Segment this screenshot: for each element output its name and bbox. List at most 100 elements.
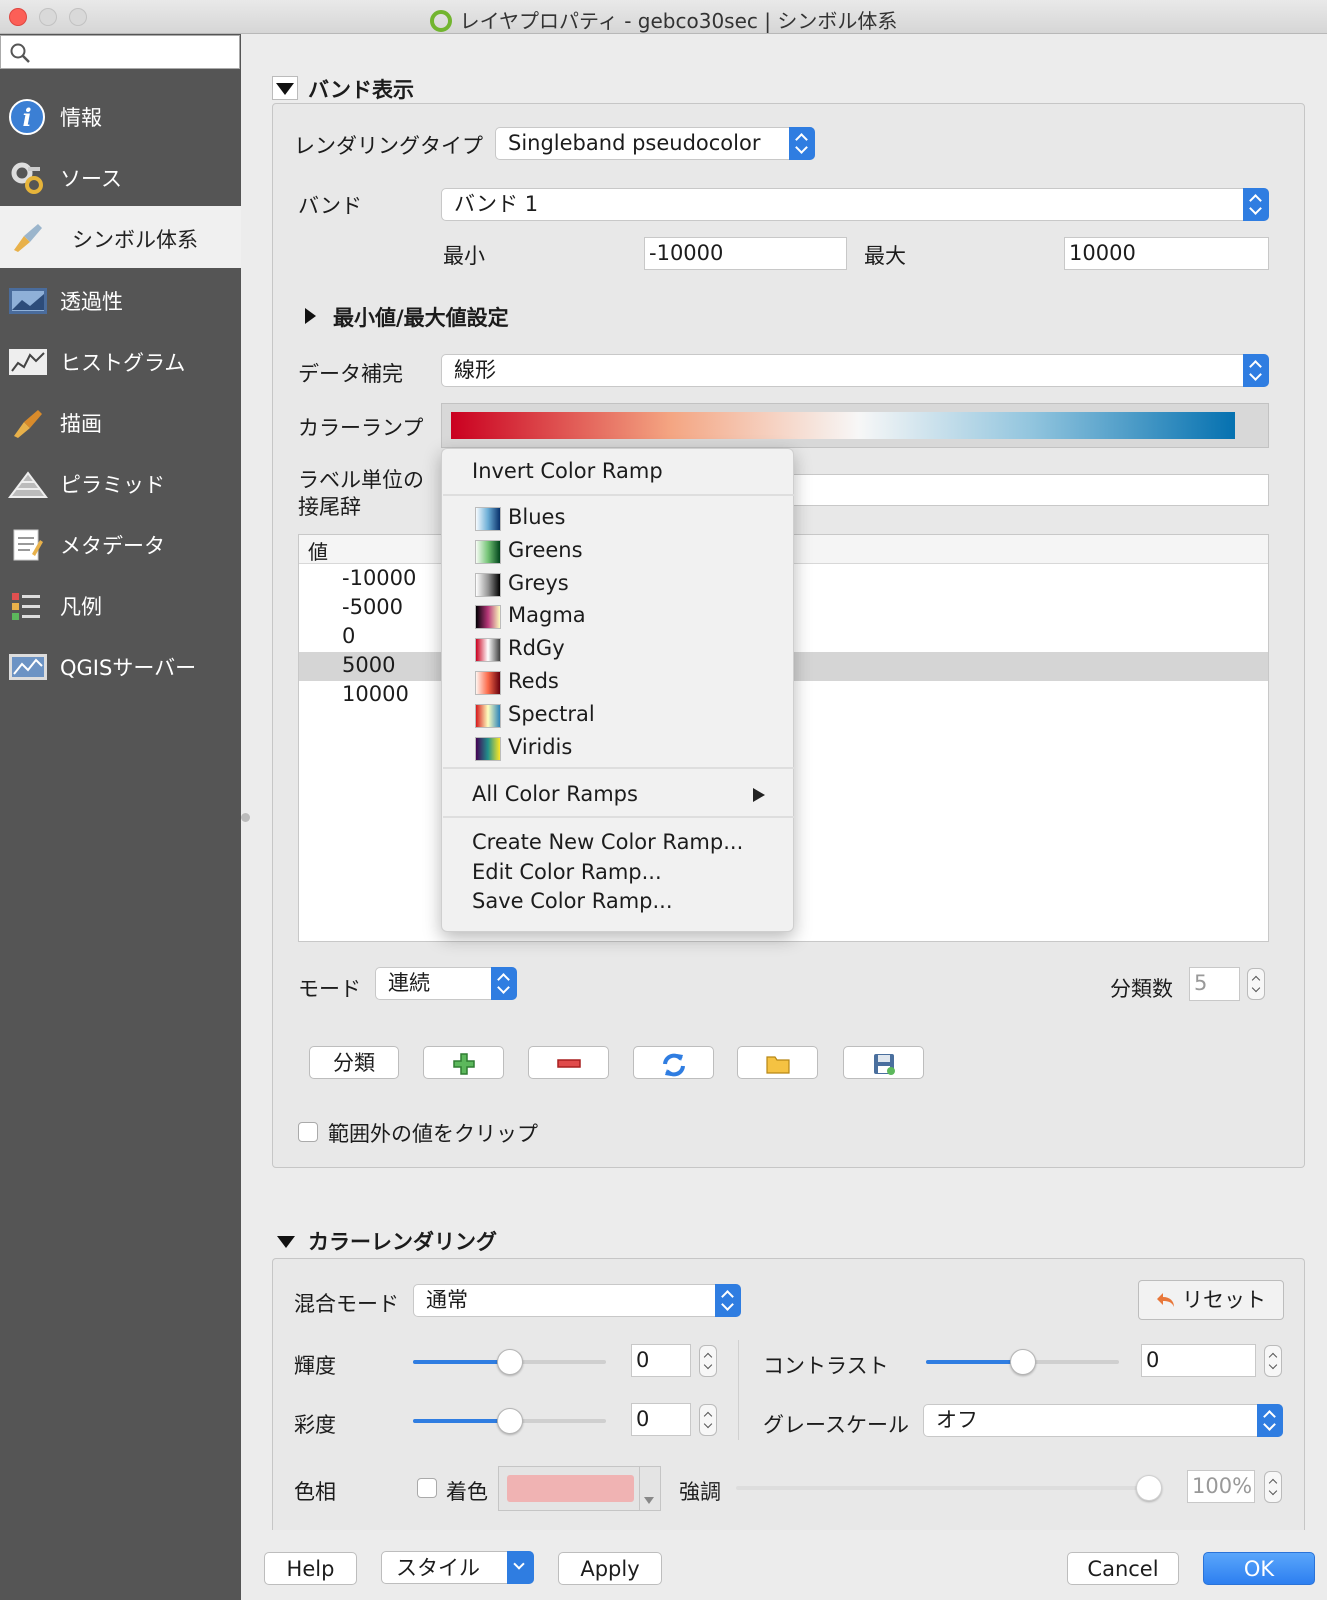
menu-item-ramp[interactable]: Blues bbox=[508, 505, 565, 529]
strength-stepper[interactable] bbox=[1264, 1471, 1282, 1503]
clip-label: 範囲外の値をクリップ bbox=[328, 1122, 538, 1146]
menu-item-ramp[interactable]: Reds bbox=[508, 669, 559, 693]
sidebar-item-6[interactable]: ピラミッド bbox=[0, 451, 241, 513]
band-section-toggle[interactable] bbox=[272, 76, 298, 100]
sidebar-item-label: 凡例 bbox=[60, 595, 102, 619]
colorize-checkbox[interactable] bbox=[417, 1478, 437, 1498]
contrast-slider-handle[interactable] bbox=[1009, 1349, 1036, 1375]
table-cell-value: -10000 bbox=[342, 566, 417, 590]
sidebar-item-3[interactable]: 透過性 bbox=[0, 268, 241, 330]
menu-item-ramp[interactable]: Magma bbox=[508, 603, 586, 627]
min-input[interactable]: -10000 bbox=[644, 237, 847, 270]
sidebar-item-0[interactable]: i 情報 bbox=[0, 84, 241, 146]
saturation-input[interactable]: 0 bbox=[631, 1403, 691, 1436]
color-ramp-preview bbox=[451, 412, 1235, 439]
interpolation-value: 線形 bbox=[454, 358, 496, 382]
ramp-swatch-icon bbox=[475, 671, 501, 695]
add-entry-button[interactable] bbox=[423, 1046, 504, 1079]
classes-input[interactable]: 5 bbox=[1189, 967, 1240, 1001]
search-input[interactable] bbox=[0, 35, 240, 69]
band-label: バンド bbox=[298, 194, 363, 218]
divider bbox=[738, 1340, 739, 1440]
sidebar-item-4[interactable]: ヒストグラム bbox=[0, 329, 241, 391]
mode-value: 連続 bbox=[388, 971, 430, 995]
max-input[interactable]: 10000 bbox=[1064, 237, 1269, 270]
sidebar-item-9[interactable]: QGISサーバー bbox=[0, 634, 241, 696]
sidebar-item-8[interactable]: 凡例 bbox=[0, 573, 241, 635]
save-icon bbox=[873, 1054, 895, 1075]
apply-button[interactable]: Apply bbox=[558, 1552, 662, 1585]
label-suffix-label-line1: ラベル単位の bbox=[298, 468, 424, 492]
grayscale-select[interactable]: オフ bbox=[923, 1404, 1283, 1437]
load-colormap-button[interactable] bbox=[737, 1046, 818, 1079]
expand-triangle-icon[interactable] bbox=[305, 308, 316, 324]
menu-item-all-ramps[interactable]: All Color Ramps bbox=[472, 782, 772, 806]
style-menu-button[interactable]: スタイル bbox=[381, 1551, 534, 1584]
render-icon bbox=[8, 404, 44, 438]
collapse-triangle-icon[interactable] bbox=[277, 1236, 295, 1248]
saturation-stepper[interactable] bbox=[699, 1404, 717, 1436]
min-label: 最小 bbox=[443, 244, 485, 268]
render-type-label: レンダリングタイプ bbox=[294, 134, 483, 158]
band-select[interactable]: バンド 1 bbox=[441, 188, 1269, 221]
splitter-handle[interactable] bbox=[241, 813, 250, 822]
sidebar-item-5[interactable]: 描画 bbox=[0, 390, 241, 452]
help-button[interactable]: Help bbox=[264, 1552, 357, 1585]
menu-item-ramp[interactable]: Spectral bbox=[508, 702, 595, 726]
colorize-color-swatch bbox=[507, 1475, 634, 1502]
colorize-color-button[interactable] bbox=[498, 1466, 661, 1511]
blend-mode-select[interactable]: 通常 bbox=[413, 1284, 741, 1317]
sidebar-item-label: QGISサーバー bbox=[60, 656, 197, 680]
strength-input[interactable]: 100% bbox=[1187, 1470, 1255, 1503]
minus-icon bbox=[556, 1059, 581, 1068]
brightness-stepper[interactable] bbox=[699, 1345, 717, 1377]
classify-button[interactable]: 分類 bbox=[309, 1046, 399, 1079]
table-cell-value: 10000 bbox=[342, 682, 409, 706]
remove-entry-button[interactable] bbox=[528, 1046, 609, 1079]
menu-item-invert[interactable]: Invert Color Ramp bbox=[472, 459, 663, 483]
menu-separator bbox=[443, 816, 794, 818]
brightness-slider-handle[interactable] bbox=[496, 1349, 523, 1375]
transparency-icon bbox=[8, 282, 47, 316]
save-colormap-button[interactable] bbox=[843, 1046, 924, 1079]
minmax-settings-header[interactable]: 最小値/最大値設定 bbox=[333, 302, 509, 332]
menu-item-ramp[interactable]: Greens bbox=[508, 538, 583, 562]
sidebar-item-7[interactable]: メタデータ bbox=[0, 512, 241, 574]
saturation-slider-fill bbox=[413, 1419, 510, 1423]
ok-button[interactable]: OK bbox=[1203, 1552, 1315, 1585]
contrast-stepper[interactable] bbox=[1264, 1345, 1282, 1377]
cancel-button[interactable]: Cancel bbox=[1067, 1552, 1179, 1585]
color-ramp-menu: Invert Color Ramp Blues Greens Greys Magma R… bbox=[441, 448, 794, 932]
menu-item-ramp[interactable]: Greys bbox=[508, 571, 569, 595]
ramp-swatch-icon bbox=[475, 703, 501, 728]
refresh-button[interactable] bbox=[633, 1046, 714, 1079]
ramp-swatch-icon bbox=[475, 539, 501, 564]
select-arrows-icon bbox=[789, 127, 815, 160]
sidebar-item-1[interactable]: ソース bbox=[0, 145, 241, 207]
color-ramp-button[interactable] bbox=[441, 403, 1269, 448]
strength-slider-handle[interactable] bbox=[1136, 1475, 1162, 1501]
saturation-slider-handle[interactable] bbox=[496, 1408, 523, 1434]
dropdown-arrow-icon bbox=[644, 1497, 654, 1504]
render-type-select[interactable]: Singleband pseudocolor bbox=[495, 127, 815, 160]
info-icon: i bbox=[8, 98, 45, 135]
contrast-input[interactable]: 0 bbox=[1141, 1344, 1256, 1377]
sidebar-item-2[interactable]: シンボル体系 bbox=[0, 206, 241, 268]
classes-stepper[interactable] bbox=[1247, 968, 1265, 1000]
table-cell-value: 0 bbox=[342, 624, 356, 648]
menu-item-edit[interactable]: Edit Color Ramp... bbox=[472, 860, 662, 884]
strength-slider-track[interactable] bbox=[736, 1486, 1149, 1490]
brightness-input[interactable]: 0 bbox=[631, 1344, 691, 1377]
brightness-label: 輝度 bbox=[294, 1354, 336, 1378]
reset-label: リセット bbox=[1182, 1288, 1266, 1312]
menu-item-ramp[interactable]: Viridis bbox=[508, 735, 572, 759]
menu-item-ramp[interactable]: RdGy bbox=[508, 636, 565, 660]
contrast-label: コントラスト bbox=[763, 1354, 889, 1378]
menu-item-save[interactable]: Save Color Ramp... bbox=[472, 889, 673, 913]
menu-item-create[interactable]: Create New Color Ramp... bbox=[472, 830, 743, 854]
mode-select[interactable]: 連続 bbox=[375, 967, 517, 1000]
clip-checkbox[interactable] bbox=[298, 1122, 318, 1142]
classes-label: 分類数 bbox=[1110, 977, 1173, 1001]
reset-button[interactable]: リセット bbox=[1138, 1280, 1284, 1320]
interpolation-select[interactable]: 線形 bbox=[441, 354, 1269, 387]
